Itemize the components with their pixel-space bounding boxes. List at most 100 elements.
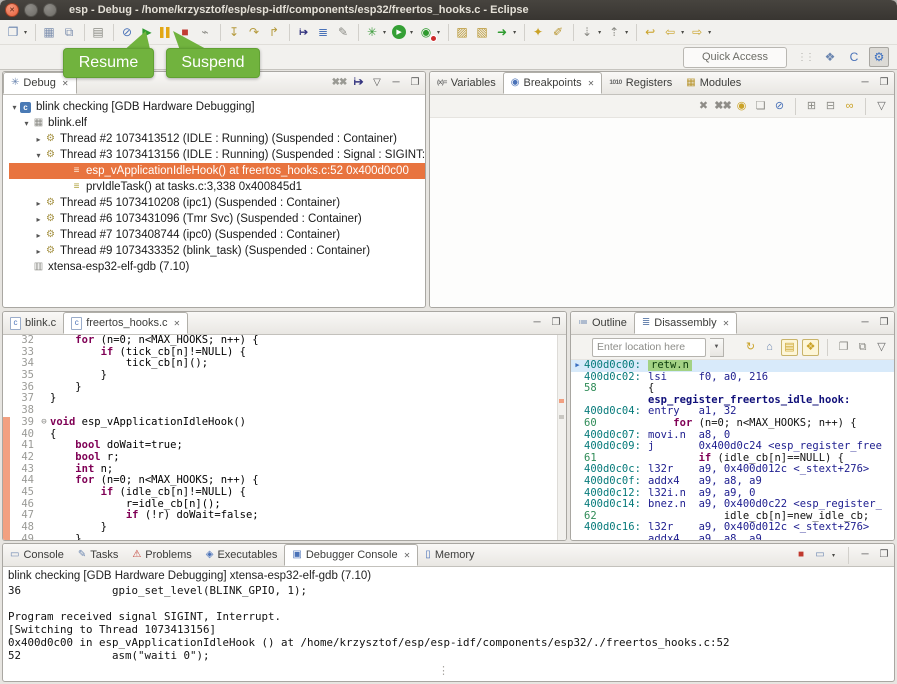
forward-history-dropdown-icon[interactable]: ▾ [708, 29, 711, 36]
display-selected-console-dropdown-icon[interactable]: ▾ [832, 552, 835, 559]
mark-occurrences-icon[interactable]: ✐ [549, 23, 567, 41]
minimize-icon[interactable]: ─ [530, 316, 544, 330]
debug-tree-row[interactable]: ▸⚙Thread #5 1073410208 (ipc1) (Suspended… [9, 195, 425, 211]
debug-tree-row[interactable]: ▥xtensa-esp32-elf-gdb (7.10) [9, 259, 425, 275]
close-icon[interactable]: ✕ [174, 319, 181, 328]
show-source-icon[interactable]: ▤ [781, 339, 798, 356]
step-into-icon[interactable]: ↧ [225, 23, 243, 41]
show-breakpoints-for-target-icon[interactable]: ◉ [734, 99, 749, 114]
close-icon[interactable]: ✕ [404, 551, 411, 560]
debug-tree-row[interactable]: ▾⚙Thread #3 1073413156 (IDLE : Running) … [9, 147, 425, 163]
back-history-dropdown-icon[interactable]: ▾ [681, 29, 684, 36]
debug-tree-row[interactable]: ▾▦blink.elf [9, 115, 425, 131]
go-to-file-for-breakpoint-icon[interactable]: ❏ [753, 99, 768, 114]
console-output[interactable]: 36 gpio_set_level(BLINK_GPIO, 1); Progra… [3, 583, 894, 663]
minimize-icon[interactable]: ─ [858, 316, 872, 330]
refresh-icon[interactable]: ↻ [743, 340, 758, 355]
pin-icon[interactable]: ⧉ [855, 340, 870, 355]
step-over-icon[interactable]: ↷ [245, 23, 263, 41]
cpp-perspective-icon[interactable]: C [845, 48, 863, 66]
location-input[interactable]: Enter location here [592, 338, 706, 357]
next-annotation-dropdown-icon[interactable]: ▾ [598, 29, 601, 36]
open-resource-icon[interactable]: ▧ [473, 23, 491, 41]
display-selected-console-icon[interactable]: ▭ [813, 548, 827, 562]
expander-icon[interactable]: ▾ [33, 151, 44, 160]
collapse-icon[interactable]: ⊖ [38, 417, 50, 429]
expander-icon[interactable]: ▸ [33, 231, 44, 240]
tab-breakpoints[interactable]: ◉Breakpoints✕ [503, 72, 603, 94]
collapse-all-icon[interactable]: ⊟ [823, 99, 838, 114]
previous-annotation-dropdown-icon[interactable]: ▾ [625, 29, 628, 36]
expander-icon[interactable]: ▾ [21, 119, 32, 128]
link-with-debug-view-icon[interactable]: ∞ [842, 99, 857, 114]
view-menu-icon[interactable]: ▽ [370, 76, 384, 90]
code-editor[interactable]: 32 for (n=0; n<MAX_HOOKS; n++) {33 if (t… [3, 335, 566, 541]
tab-modules[interactable]: ▦Modules [679, 72, 748, 94]
maximize-icon[interactable]: ❐ [877, 548, 891, 562]
debug-tree-row[interactable]: ▸⚙Thread #9 1073433352 (blink_task) (Sus… [9, 243, 425, 259]
tab-registers[interactable]: 1010Registers [602, 72, 679, 94]
show-console-icon[interactable]: ≣ [314, 23, 332, 41]
external-tools-icon[interactable]: ➜ [493, 23, 511, 41]
new-icon[interactable]: ❐ [4, 23, 22, 41]
instruction-stepping-mode-icon[interactable]: i➔ [351, 76, 365, 90]
tab-variables[interactable]: (x)=Variables [430, 72, 503, 94]
skip-all-breakpoints-icon[interactable]: ⊘ [772, 99, 787, 114]
disassembly-listing[interactable]: ▶400d0c00:retw.n400d0c02:lsi f0, a0, 216… [571, 360, 894, 541]
step-return-icon[interactable]: ↱ [265, 23, 283, 41]
maximize-icon[interactable]: ❐ [549, 316, 563, 330]
view-menu-icon[interactable]: ▽ [874, 340, 889, 355]
location-dropdown-icon[interactable]: ▼ [710, 338, 724, 357]
remove-selected-breakpoints-icon[interactable]: ✖ [696, 99, 711, 114]
close-icon[interactable]: ✕ [62, 79, 69, 88]
forward-history-icon[interactable]: ⇨ [688, 23, 706, 41]
sash-drag-handle[interactable]: ⋮ [438, 664, 448, 677]
maximize-icon[interactable]: ❐ [877, 316, 891, 330]
external-tools-dropdown-icon[interactable]: ▾ [513, 29, 516, 36]
minimize-icon[interactable]: ─ [389, 76, 403, 90]
debug-tree-row[interactable]: ▸⚙Thread #6 1073431096 (Tmr Svc) (Suspen… [9, 211, 425, 227]
run-dropdown-icon[interactable]: ▾ [410, 29, 413, 36]
run-icon[interactable]: ▶ [392, 25, 406, 39]
close-icon[interactable]: ✕ [588, 79, 595, 88]
open-element-icon[interactable]: ▨ [453, 23, 471, 41]
disconnect-icon[interactable]: ⌁ [196, 23, 214, 41]
remove-all-terminated-icon[interactable]: ✖✖ [332, 76, 346, 90]
debug-tree-row[interactable]: ▸⚙Thread #7 1073408744 (ipc0) (Suspended… [9, 227, 425, 243]
search-icon[interactable]: ✦ [529, 23, 547, 41]
profile-dropdown-icon[interactable]: ▾ [437, 29, 440, 36]
window-minimize-button[interactable] [24, 3, 38, 17]
previous-annotation-icon[interactable]: ⇡ [605, 23, 623, 41]
tab-blink-c[interactable]: cblink.c [3, 312, 63, 334]
maximize-icon[interactable]: ❐ [408, 76, 422, 90]
debug-tree-row[interactable]: ▾cblink checking [GDB Hardware Debugging… [9, 99, 425, 115]
tab-freertos-hooks-c[interactable]: cfreertos_hooks.c✕ [63, 312, 188, 334]
expander-icon[interactable]: ▾ [9, 103, 20, 112]
edit-source-lookup-icon[interactable]: ✎ [334, 23, 352, 41]
tab-debugger-console[interactable]: ▣Debugger Console✕ [284, 544, 418, 566]
debug-icon[interactable]: ✳ [363, 23, 381, 41]
overview-ruler[interactable] [557, 335, 566, 541]
save-icon[interactable]: ▦ [40, 23, 58, 41]
tab-disassembly[interactable]: ≣Disassembly✕ [634, 312, 737, 334]
debug-dropdown-icon[interactable]: ▾ [383, 29, 386, 36]
expander-icon[interactable]: ▸ [33, 247, 44, 256]
expander-icon[interactable]: ▸ [33, 135, 44, 144]
print-icon[interactable]: ▤ [89, 23, 107, 41]
window-close-button[interactable]: ✕ [5, 3, 19, 17]
remove-all-breakpoints-icon[interactable]: ✖✖ [715, 99, 730, 114]
open-new-view-icon[interactable]: ❐ [836, 340, 851, 355]
debug-perspective-icon[interactable]: ⚙ [869, 47, 889, 67]
quick-access-input[interactable]: Quick Access [683, 47, 787, 68]
tab-memory[interactable]: ▯Memory [418, 544, 481, 566]
expand-all-icon[interactable]: ⊞ [804, 99, 819, 114]
new-dropdown-icon[interactable]: ▾ [24, 29, 27, 36]
skip-all-breakpoints-icon[interactable]: ⊘ [118, 23, 136, 41]
terminate-icon[interactable]: ■ [794, 548, 808, 562]
back-history-icon[interactable]: ⇦ [661, 23, 679, 41]
view-menu-icon[interactable]: ▽ [874, 99, 889, 114]
debug-tree-row[interactable]: ≡prvIdleTask() at tasks.c:3,338 0x400845… [9, 179, 425, 195]
tab-tasks[interactable]: ✎Tasks [71, 544, 126, 566]
suspend-icon[interactable] [160, 27, 170, 38]
open-perspective-icon[interactable]: ❖ [821, 48, 839, 66]
